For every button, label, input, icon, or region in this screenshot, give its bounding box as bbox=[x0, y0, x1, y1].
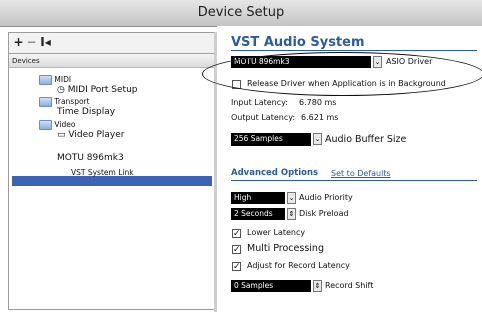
audio-priority-select[interactable]: High bbox=[231, 192, 285, 204]
plug-icon: ⇌ bbox=[33, 143, 40, 152]
stepper-icon[interactable]: ⇕ bbox=[313, 280, 322, 292]
tree-item-time-display[interactable]: Time Display bbox=[57, 107, 115, 118]
audio-priority-label: Audio Priority bbox=[299, 193, 353, 202]
set-to-defaults-link[interactable]: Set to Defaults bbox=[331, 169, 391, 178]
chevron-down-icon[interactable]: ⌄ bbox=[287, 192, 296, 204]
disk-preload-label: Disk Preload bbox=[299, 209, 349, 218]
adjust-record-latency-label: Adjust for Record Latency bbox=[247, 261, 350, 270]
chevron-down-icon[interactable]: ⌄ bbox=[313, 133, 322, 145]
buffer-size-select[interactable]: 256 Samples bbox=[231, 133, 311, 146]
folder-icon bbox=[39, 75, 52, 85]
tree-item-transport[interactable]: Transport bbox=[39, 97, 90, 107]
tree-item-midi[interactable]: MIDI bbox=[39, 75, 71, 85]
remove-device-button[interactable]: − bbox=[26, 36, 37, 49]
selected-row-highlight bbox=[12, 176, 212, 186]
folder-icon bbox=[39, 120, 52, 130]
buffer-size-label: Audio Buffer Size bbox=[325, 134, 407, 145]
devices-header: Devices bbox=[9, 54, 215, 68]
record-shift-field[interactable]: 0 Samples bbox=[231, 280, 311, 292]
input-latency-label: Input Latency: bbox=[231, 98, 288, 107]
tree-item-midi-port-setup[interactable]: ◷ MIDI Port Setup bbox=[57, 85, 138, 96]
tree-item-video-player[interactable]: ▭ Video Player bbox=[57, 130, 124, 141]
input-latency-value: 6.780 ms bbox=[299, 98, 337, 107]
output-latency-value: 6.621 ms bbox=[301, 113, 339, 122]
tree-item-video[interactable]: Video bbox=[39, 120, 75, 130]
multi-processing-label: Multi Processing bbox=[247, 243, 324, 254]
disk-preload-field[interactable]: 2 Seconds bbox=[231, 208, 285, 220]
clock-icon: ◷ bbox=[57, 85, 65, 95]
lower-latency-checkbox[interactable]: ✓ bbox=[232, 229, 241, 239]
title-underline bbox=[231, 50, 477, 51]
devices-panel: + − I◂ Devices MIDI ◷ MIDI Port Setup Tr… bbox=[8, 32, 216, 310]
advanced-underline bbox=[231, 180, 477, 181]
tree-item-vst-audio-system[interactable]: ⇌ VST Audio System bbox=[33, 143, 110, 152]
highlight-oval bbox=[202, 52, 482, 96]
window-title: Device Setup bbox=[0, 0, 482, 27]
multi-processing-checkbox[interactable]: ✓ bbox=[232, 245, 241, 255]
tree-item-motu-896mk3[interactable]: MOTU 896mk3 bbox=[57, 153, 124, 164]
panel-title: VST Audio System bbox=[231, 35, 365, 50]
lower-latency-label: Lower Latency bbox=[247, 228, 306, 237]
stepper-icon[interactable]: ⇕ bbox=[287, 208, 296, 220]
record-shift-label: Record Shift bbox=[325, 281, 374, 290]
tree-item-vst-system-link[interactable]: VST System Link bbox=[71, 168, 134, 177]
advanced-options-heading: Advanced Options bbox=[231, 168, 319, 178]
folder-icon bbox=[39, 97, 52, 107]
video-icon: ▭ bbox=[57, 130, 66, 140]
reset-device-button[interactable]: I◂ bbox=[40, 36, 51, 49]
adjust-record-latency-checkbox[interactable]: ✓ bbox=[232, 262, 241, 272]
output-latency-label: Output Latency: bbox=[231, 113, 296, 122]
devices-toolbar: + − I◂ bbox=[9, 33, 215, 54]
add-device-button[interactable]: + bbox=[13, 36, 24, 49]
